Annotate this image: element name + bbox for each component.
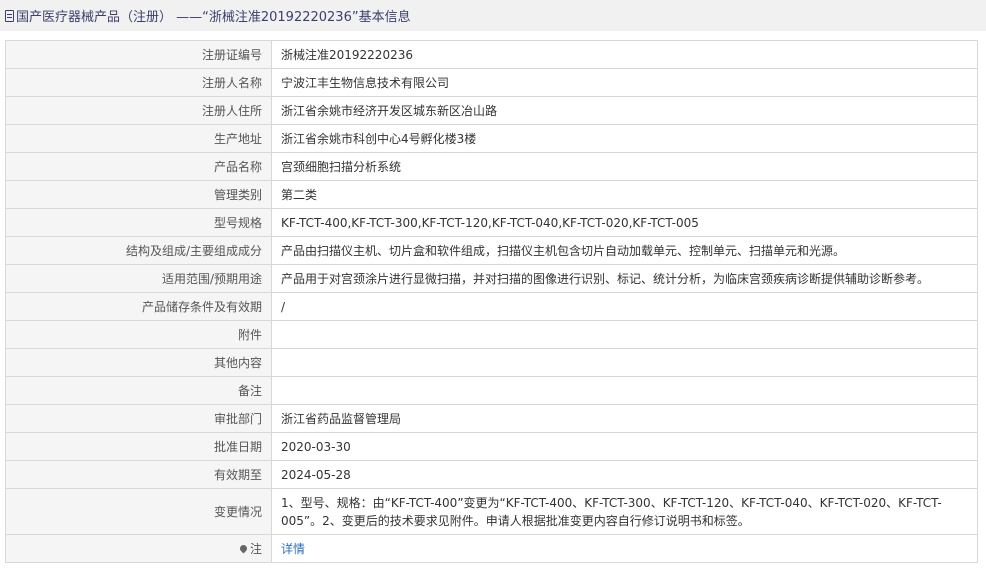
field-label: 生产地址 (5, 124, 272, 153)
field-value: / (271, 292, 978, 321)
note-label: 注 (249, 541, 262, 556)
field-value: 浙江省药品监督管理局 (271, 404, 978, 433)
document-icon (5, 9, 14, 22)
note-label-cell: 注 (5, 534, 272, 563)
field-value (271, 320, 978, 349)
table-row: 型号规格 KF-TCT-400,KF-TCT-300,KF-TCT-120,KF… (5, 208, 978, 237)
table-row: 管理类别 第二类 (5, 180, 978, 209)
field-label: 注册证编号 (5, 40, 272, 69)
field-label: 注册人住所 (5, 96, 272, 125)
field-label: 其他内容 (5, 348, 272, 377)
field-value: 宁波江丰生物信息技术有限公司 (271, 68, 978, 97)
field-label: 附件 (5, 320, 272, 349)
field-label: 结构及组成/主要组成成分 (5, 236, 272, 265)
field-value: 2020-03-30 (271, 432, 978, 461)
page-title-bar: 国产医疗器械产品（注册） ——“浙械注准20192220236”基本信息 (0, 0, 986, 31)
pin-icon (238, 543, 249, 553)
details-link[interactable]: 详情 (281, 542, 305, 556)
field-label: 审批部门 (5, 404, 272, 433)
table-row: 变更情况 1、型号、规格：由“KF-TCT-400”变更为“KF-TCT-400… (5, 488, 978, 535)
table-row: 其他内容 (5, 348, 978, 377)
field-label: 批准日期 (5, 432, 272, 461)
table-row: 产品名称 宫颈细胞扫描分析系统 (5, 152, 978, 181)
field-value: 宫颈细胞扫描分析系统 (271, 152, 978, 181)
field-label: 型号规格 (5, 208, 272, 237)
field-value: 2024-05-28 (271, 460, 978, 489)
field-label: 变更情况 (5, 488, 272, 535)
field-label: 备注 (5, 376, 272, 405)
field-label: 产品名称 (5, 152, 272, 181)
field-value (271, 376, 978, 405)
table-row: 审批部门 浙江省药品监督管理局 (5, 404, 978, 433)
table-row: 有效期至 2024-05-28 (5, 460, 978, 489)
table-row: 注册人住所 浙江省余姚市经济开发区城东新区冶山路 (5, 96, 978, 125)
table-row: 产品储存条件及有效期 / (5, 292, 978, 321)
field-value: 浙江省余姚市经济开发区城东新区冶山路 (271, 96, 978, 125)
field-value: 浙械注准20192220236 (271, 40, 978, 69)
table-row: 适用范围/预期用途 产品用于对宫颈涂片进行显微扫描，并对扫描的图像进行识别、标记… (5, 264, 978, 293)
table-row: 注册证编号 浙械注准20192220236 (5, 40, 978, 69)
table-row: 备注 (5, 376, 978, 405)
field-value: 产品用于对宫颈涂片进行显微扫描，并对扫描的图像进行识别、标记、统计分析，为临床宫… (271, 264, 978, 293)
table-row: 结构及组成/主要组成成分 产品由扫描仪主机、切片盒和软件组成，扫描仪主机包含切片… (5, 236, 978, 265)
table-row: 注册人名称 宁波江丰生物信息技术有限公司 (5, 68, 978, 97)
field-label: 管理类别 (5, 180, 272, 209)
field-value: 1、型号、规格：由“KF-TCT-400”变更为“KF-TCT-400、KF-T… (271, 488, 978, 535)
table-row: 附件 (5, 320, 978, 349)
field-label: 产品储存条件及有效期 (5, 292, 272, 321)
page-title: 国产医疗器械产品（注册） ——“浙械注准20192220236”基本信息 (16, 10, 411, 25)
registration-info-table: 注册证编号 浙械注准20192220236 注册人名称 宁波江丰生物信息技术有限… (5, 40, 978, 563)
field-label: 有效期至 (5, 460, 272, 489)
note-value-cell: 详情 (271, 534, 978, 563)
field-value (271, 348, 978, 377)
field-label: 适用范围/预期用途 (5, 264, 272, 293)
field-value: 产品由扫描仪主机、切片盒和软件组成，扫描仪主机包含切片自动加载单元、控制单元、扫… (271, 236, 978, 265)
note-row: 注 详情 (5, 534, 978, 563)
field-value: 浙江省余姚市科创中心4号孵化楼3楼 (271, 124, 978, 153)
field-value: 第二类 (271, 180, 978, 209)
table-row: 批准日期 2020-03-30 (5, 432, 978, 461)
field-label: 注册人名称 (5, 68, 272, 97)
field-value: KF-TCT-400,KF-TCT-300,KF-TCT-120,KF-TCT-… (271, 208, 978, 237)
table-row: 生产地址 浙江省余姚市科创中心4号孵化楼3楼 (5, 124, 978, 153)
